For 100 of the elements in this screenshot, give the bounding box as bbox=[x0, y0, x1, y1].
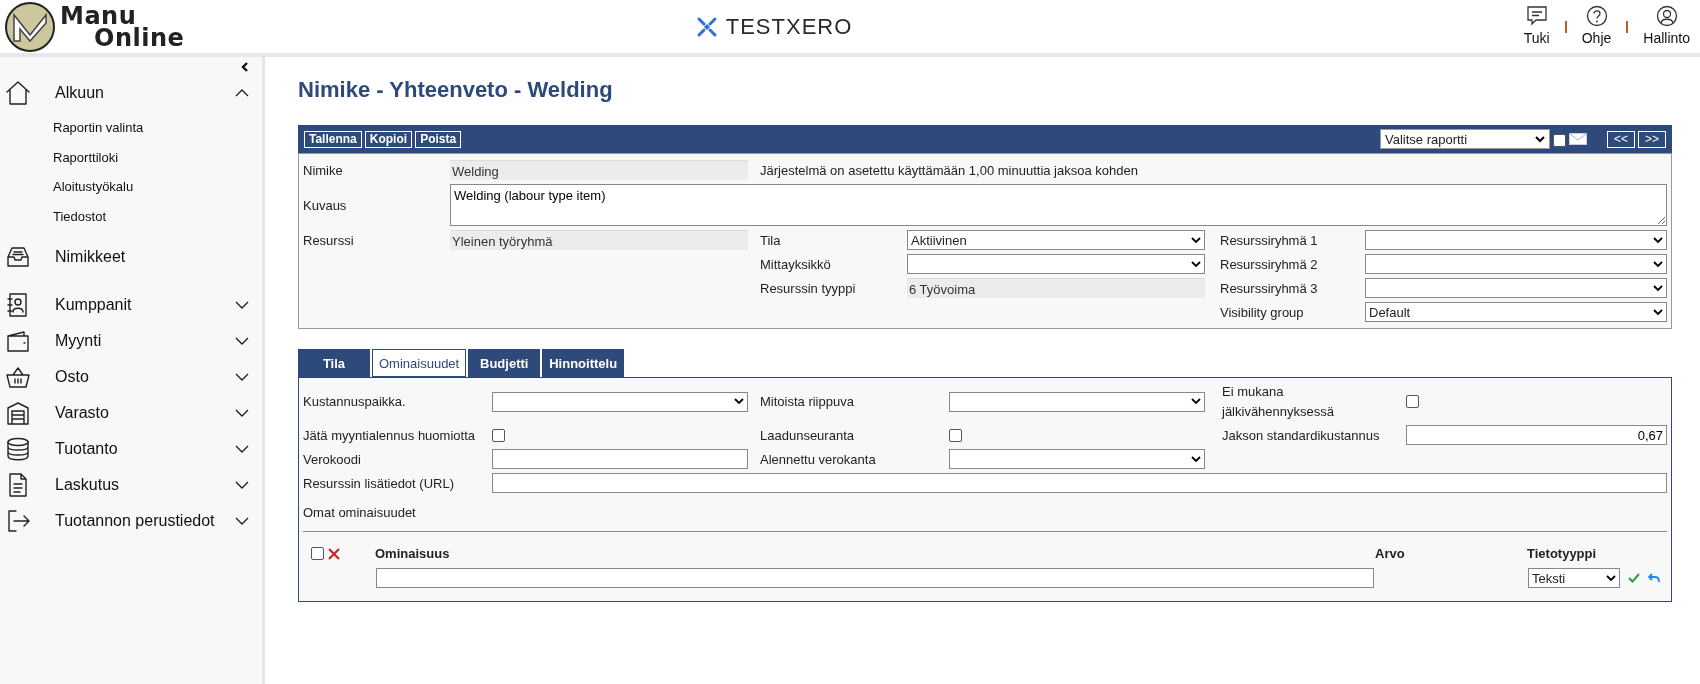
email-checkbox[interactable] bbox=[1552, 134, 1566, 148]
field-label: Kuvaus bbox=[303, 196, 348, 215]
info-note: Järjestelmä on asetettu käyttämään 1,00 minuuttia jaksoa kohden bbox=[759, 161, 1139, 180]
input-field[interactable] bbox=[492, 449, 748, 470]
field-label: Mittayksikkö bbox=[760, 255, 832, 274]
logo-text: Online bbox=[94, 26, 185, 49]
home-icon bbox=[4, 79, 32, 107]
input-field[interactable]: 0,67 bbox=[1406, 425, 1667, 446]
chevron-down-icon[interactable] bbox=[234, 516, 250, 526]
field-label: Resurssin lisätiedot (URL) bbox=[303, 474, 455, 493]
header-link[interactable]: Tuki bbox=[1523, 4, 1550, 49]
chevron-up-icon[interactable] bbox=[234, 88, 250, 98]
sidebar-item[interactable]: Laskutus bbox=[0, 467, 262, 503]
select-field[interactable] bbox=[1365, 278, 1667, 299]
sidebar-item[interactable]: Nimikkeet bbox=[0, 239, 262, 275]
column-header: Arvo bbox=[1375, 545, 1405, 561]
field-label: Ei mukana jälkivähennyksessä bbox=[1222, 383, 1335, 421]
checkbox[interactable] bbox=[492, 428, 505, 442]
field-label: Alennettu verokanta bbox=[760, 450, 877, 469]
sidebar-subitem[interactable]: Tiedostot bbox=[0, 201, 262, 231]
caret-icon bbox=[1191, 260, 1201, 268]
caret-icon bbox=[1534, 135, 1545, 144]
column-header: Tietotyyppi bbox=[1527, 545, 1597, 561]
check-icon[interactable] bbox=[1628, 573, 1640, 584]
database-icon bbox=[4, 435, 32, 463]
sidebar-item[interactable]: Osto bbox=[0, 359, 262, 395]
sidebar-subitem[interactable]: Raporttiloki bbox=[0, 142, 262, 172]
readonly-field: 6 Työvoima bbox=[907, 278, 1205, 299]
header-link[interactable]: Hallinto bbox=[1643, 4, 1690, 49]
column-header: Ominaisuus bbox=[375, 545, 450, 561]
toolbar-button[interactable]: Tallenna bbox=[304, 130, 362, 148]
field-label: Resurssin tyyppi bbox=[760, 279, 857, 298]
help-icon bbox=[1584, 4, 1609, 28]
checkbox[interactable] bbox=[1406, 395, 1419, 409]
brand-icon bbox=[695, 15, 718, 38]
chevron-down-icon[interactable] bbox=[234, 480, 250, 490]
input-field[interactable] bbox=[376, 568, 1374, 589]
select-field[interactable] bbox=[907, 254, 1205, 275]
user-icon bbox=[1654, 4, 1679, 28]
field-label: Resurssi bbox=[303, 231, 355, 250]
collapse-icon[interactable] bbox=[240, 61, 250, 73]
tab[interactable]: Hinnoittelu bbox=[542, 349, 625, 378]
field-label: Resurssiryhmä 1 bbox=[1220, 231, 1319, 250]
tab[interactable]: Ominaisuudet bbox=[372, 349, 467, 378]
caret-icon bbox=[1653, 236, 1663, 244]
envelope-icon[interactable] bbox=[1568, 133, 1587, 146]
caret-icon bbox=[1191, 455, 1201, 463]
field-label: Kustannuspaikka. bbox=[303, 393, 407, 412]
report-select[interactable]: Valitse raportti bbox=[1379, 129, 1550, 150]
sidebar-item[interactable]: Alkuun bbox=[0, 75, 262, 111]
description-field[interactable]: Welding (labour type item) bbox=[450, 184, 1667, 227]
field-label: Jakson standardikustannus bbox=[1222, 426, 1381, 445]
sidebar-item[interactable]: Tuotannon perustiedot bbox=[0, 503, 262, 539]
type-select[interactable]: Teksti bbox=[1528, 568, 1620, 589]
delete-icon[interactable] bbox=[328, 547, 340, 560]
chevron-down-icon[interactable] bbox=[234, 444, 250, 454]
caret-icon bbox=[1606, 574, 1616, 582]
caret-icon bbox=[1191, 236, 1201, 244]
select-field[interactable]: Aktiivinen bbox=[907, 230, 1205, 251]
caret-icon bbox=[1653, 308, 1663, 316]
select-field[interactable]: Default bbox=[1365, 302, 1667, 323]
undo-icon[interactable] bbox=[1648, 573, 1660, 584]
logo-icon bbox=[4, 0, 56, 53]
input-field[interactable] bbox=[492, 473, 1667, 494]
caret-icon bbox=[1191, 398, 1201, 406]
select-field[interactable] bbox=[1365, 230, 1667, 251]
sidebar-item[interactable]: Varasto bbox=[0, 395, 262, 431]
sidebar-item[interactable]: Myynti bbox=[0, 323, 262, 359]
nav-button[interactable]: >> bbox=[1638, 130, 1666, 148]
field-label: Jätä myyntialennus huomiotta bbox=[303, 426, 476, 445]
nav-button[interactable]: << bbox=[1606, 130, 1635, 148]
checkbox[interactable] bbox=[949, 428, 962, 442]
select-all-checkbox[interactable] bbox=[311, 547, 324, 561]
sidebar-item[interactable]: Kumppanit bbox=[0, 287, 262, 323]
sidebar-subitem[interactable]: Aloitustyökalu bbox=[0, 172, 262, 202]
field-label: Mitoista riippuva bbox=[760, 393, 855, 412]
caret-icon bbox=[1653, 284, 1663, 292]
toolbar-button[interactable]: Poista bbox=[415, 130, 462, 148]
tab[interactable]: Tila bbox=[298, 349, 370, 378]
page-title: Nimike - Yhteenveto - Welding bbox=[298, 77, 614, 104]
field-label: Resurssiryhmä 3 bbox=[1220, 279, 1319, 298]
select-field[interactable] bbox=[949, 391, 1205, 412]
chevron-down-icon[interactable] bbox=[234, 408, 250, 418]
logo-text: Manu bbox=[60, 4, 137, 27]
select-field[interactable] bbox=[949, 449, 1205, 470]
field-label: Verokoodi bbox=[303, 450, 362, 469]
chevron-down-icon[interactable] bbox=[234, 372, 250, 382]
toolbar-button[interactable]: Kopioi bbox=[364, 130, 413, 148]
select-field[interactable] bbox=[1365, 254, 1667, 275]
sidebar-subitem[interactable]: Raportin valinta bbox=[0, 113, 262, 143]
header-link[interactable]: Ohje bbox=[1581, 4, 1612, 49]
readonly-field: Welding bbox=[450, 160, 748, 181]
chevron-down-icon[interactable] bbox=[234, 300, 250, 310]
select-field[interactable] bbox=[492, 391, 748, 412]
warehouse-icon bbox=[4, 399, 32, 427]
chevron-down-icon[interactable] bbox=[234, 336, 250, 346]
caret-icon bbox=[734, 398, 744, 406]
field-label: Resurssiryhmä 2 bbox=[1220, 255, 1319, 274]
sidebar-item[interactable]: Tuotanto bbox=[0, 431, 262, 467]
tab[interactable]: Budjetti bbox=[468, 349, 541, 378]
